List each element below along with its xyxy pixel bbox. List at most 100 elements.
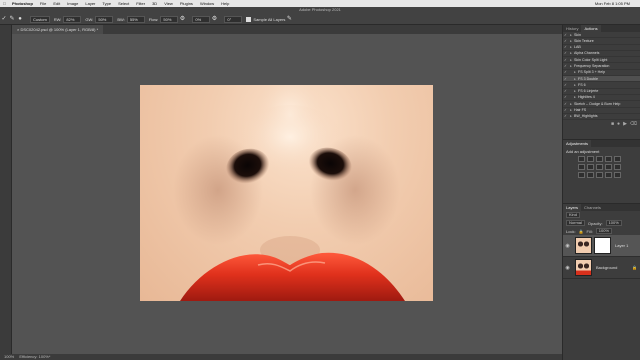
checkmark-icon[interactable]: ✓: [563, 89, 568, 94]
eye-icon[interactable]: ◉: [563, 243, 572, 249]
layer-row-background[interactable]: ◉ Background 🔒: [563, 257, 640, 279]
apple-icon[interactable]: : [3, 0, 6, 7]
status-zoom[interactable]: 100%: [4, 354, 14, 359]
brush-preset-icon[interactable]: ●: [16, 15, 24, 23]
stop-icon[interactable]: ■: [611, 121, 614, 127]
action-item-label: Skin Texture: [574, 38, 594, 43]
action-item-label: Hair FS: [574, 108, 587, 113]
photo-nose-lips[interactable]: [140, 85, 433, 301]
menu-edit[interactable]: Edit: [53, 0, 60, 7]
brush-tool-icon[interactable]: ✎: [8, 15, 16, 23]
rw-value[interactable]: 82%: [63, 15, 82, 23]
bw-label: BW:: [117, 16, 125, 22]
gw-control[interactable]: GW: 50%: [85, 15, 114, 23]
menu-view[interactable]: View: [164, 0, 173, 7]
settings-gear-icon[interactable]: ⚙: [210, 15, 218, 23]
angle-control[interactable]: 0°: [222, 15, 243, 23]
smoothing-value[interactable]: 0%: [192, 15, 211, 23]
play-icon[interactable]: ▶: [623, 121, 627, 127]
rw-control[interactable]: RW: 82%: [54, 15, 82, 23]
action-item-label: FS 6 Linjerte: [578, 89, 599, 94]
channel-mixer-icon[interactable]: [614, 164, 621, 170]
gw-value[interactable]: 50%: [95, 15, 114, 23]
black-white-icon[interactable]: [596, 164, 603, 170]
photo-filter-icon[interactable]: [605, 164, 612, 170]
menu-layer[interactable]: Layer: [85, 0, 95, 7]
airbrush-icon[interactable]: ⚙: [178, 15, 186, 23]
action-item-label: Highlites 4: [578, 95, 595, 100]
tab-history[interactable]: History: [563, 25, 581, 32]
trash-icon[interactable]: ⌫: [630, 121, 637, 127]
adjustments-label: Add an adjustment: [566, 149, 600, 154]
pressure-icon[interactable]: ✎: [285, 15, 293, 23]
canvas-area[interactable]: [12, 34, 562, 354]
exposure-icon[interactable]: [605, 156, 612, 162]
layer-name[interactable]: Layer 1: [615, 243, 628, 248]
bw-control[interactable]: BW: 55%: [117, 15, 145, 23]
hue-sat-icon[interactable]: [578, 164, 585, 170]
checkmark-icon[interactable]: ✓: [563, 70, 568, 75]
preset-value: Custom: [30, 15, 50, 23]
opacity-label: Opacity:: [587, 220, 603, 226]
status-efficiency[interactable]: Efficiency: 100%*: [19, 354, 50, 359]
flow-value[interactable]: 50%: [160, 15, 179, 23]
angle-value[interactable]: 0°: [224, 15, 243, 23]
fill-label: Fill:: [586, 228, 593, 234]
bw-value[interactable]: 55%: [126, 15, 145, 23]
tab-actions[interactable]: Actions: [581, 25, 601, 32]
curves-icon[interactable]: [596, 156, 603, 162]
opacity-value[interactable]: 100%: [605, 220, 622, 226]
layer-mask-thumbnail[interactable]: [594, 237, 611, 254]
levels-icon[interactable]: [587, 156, 594, 162]
document-tab[interactable]: × DSC02042.psd @ 100% (Layer 1, RGB/8) *: [12, 25, 104, 34]
selective-color-icon[interactable]: [614, 172, 621, 178]
layer-lock-row: Lock: 🔒 Fill: 100%: [563, 227, 640, 235]
checkmark-icon[interactable]: ✓: [563, 76, 568, 81]
menu-app-name[interactable]: Photoshop: [12, 0, 33, 7]
menu-file[interactable]: File: [40, 0, 46, 7]
action-item-label: FS Split 3 + Help: [578, 70, 606, 75]
action-item-label: Alpha Channels: [574, 51, 600, 56]
menu-type[interactable]: Type: [102, 0, 111, 7]
threshold-icon[interactable]: [596, 172, 603, 178]
menu-help[interactable]: Help: [221, 0, 229, 7]
close-icon[interactable]: ×: [17, 27, 19, 32]
menu-window[interactable]: Window: [200, 0, 214, 7]
menu-image[interactable]: Image: [67, 0, 78, 7]
layer-filter-select[interactable]: Kind: [566, 212, 581, 218]
vibrance-icon[interactable]: [614, 156, 621, 162]
color-balance-icon[interactable]: [587, 164, 594, 170]
tab-layers[interactable]: Layers: [563, 204, 582, 211]
menu-plugins[interactable]: Plugins: [180, 0, 193, 7]
menu-3d[interactable]: 3D: [152, 0, 157, 7]
menu-select[interactable]: Select: [118, 0, 129, 7]
invert-icon[interactable]: [578, 172, 585, 178]
sample-all-layers[interactable]: Sample All Layers: [246, 16, 285, 22]
actions-list: ✓ ▸ Skin ✓ ▸ Skin Texture ✓ ▸ LAB ✓ ▸ Alpha Channel…: [563, 32, 640, 121]
fill-value[interactable]: 100%: [595, 228, 613, 234]
tab-adjustments[interactable]: Adjustments: [563, 140, 592, 147]
blend-mode-select[interactable]: Normal: [566, 220, 585, 226]
layer-row-layer1[interactable]: ◉ Layer 1: [563, 235, 640, 257]
menu-bar:  Photoshop File Edit Image Layer Type S…: [0, 0, 640, 7]
layer-name[interactable]: Background: [596, 265, 617, 270]
preset-select[interactable]: Custom: [28, 15, 50, 23]
menu-filter[interactable]: Filter: [136, 0, 145, 7]
flow-label: Flow:: [148, 16, 159, 22]
flow-control[interactable]: Flow: 50%: [148, 15, 179, 23]
adjustment-icons: [563, 156, 640, 178]
lock-icon[interactable]: 🔒: [579, 229, 584, 234]
checkmark-icon[interactable]: ✓: [0, 15, 8, 23]
tab-channels[interactable]: Channels: [581, 204, 604, 211]
smoothing-control[interactable]: 0%: [190, 15, 211, 23]
posterize-icon[interactable]: [587, 172, 594, 178]
action-item-label: BW_Highlights: [574, 114, 598, 119]
checkmark-icon[interactable]: ✓: [563, 95, 568, 100]
sample-all-layers-checkbox[interactable]: [246, 16, 252, 22]
checkmark-icon[interactable]: ✓: [563, 82, 568, 87]
record-icon[interactable]: ●: [617, 121, 620, 127]
eye-icon[interactable]: ◉: [563, 265, 572, 271]
gradient-map-icon[interactable]: [605, 172, 612, 178]
document-tab-label: DSC02042.psd @ 100% (Layer 1, RGB/8) *: [20, 27, 99, 32]
brightness-icon[interactable]: [578, 156, 585, 162]
